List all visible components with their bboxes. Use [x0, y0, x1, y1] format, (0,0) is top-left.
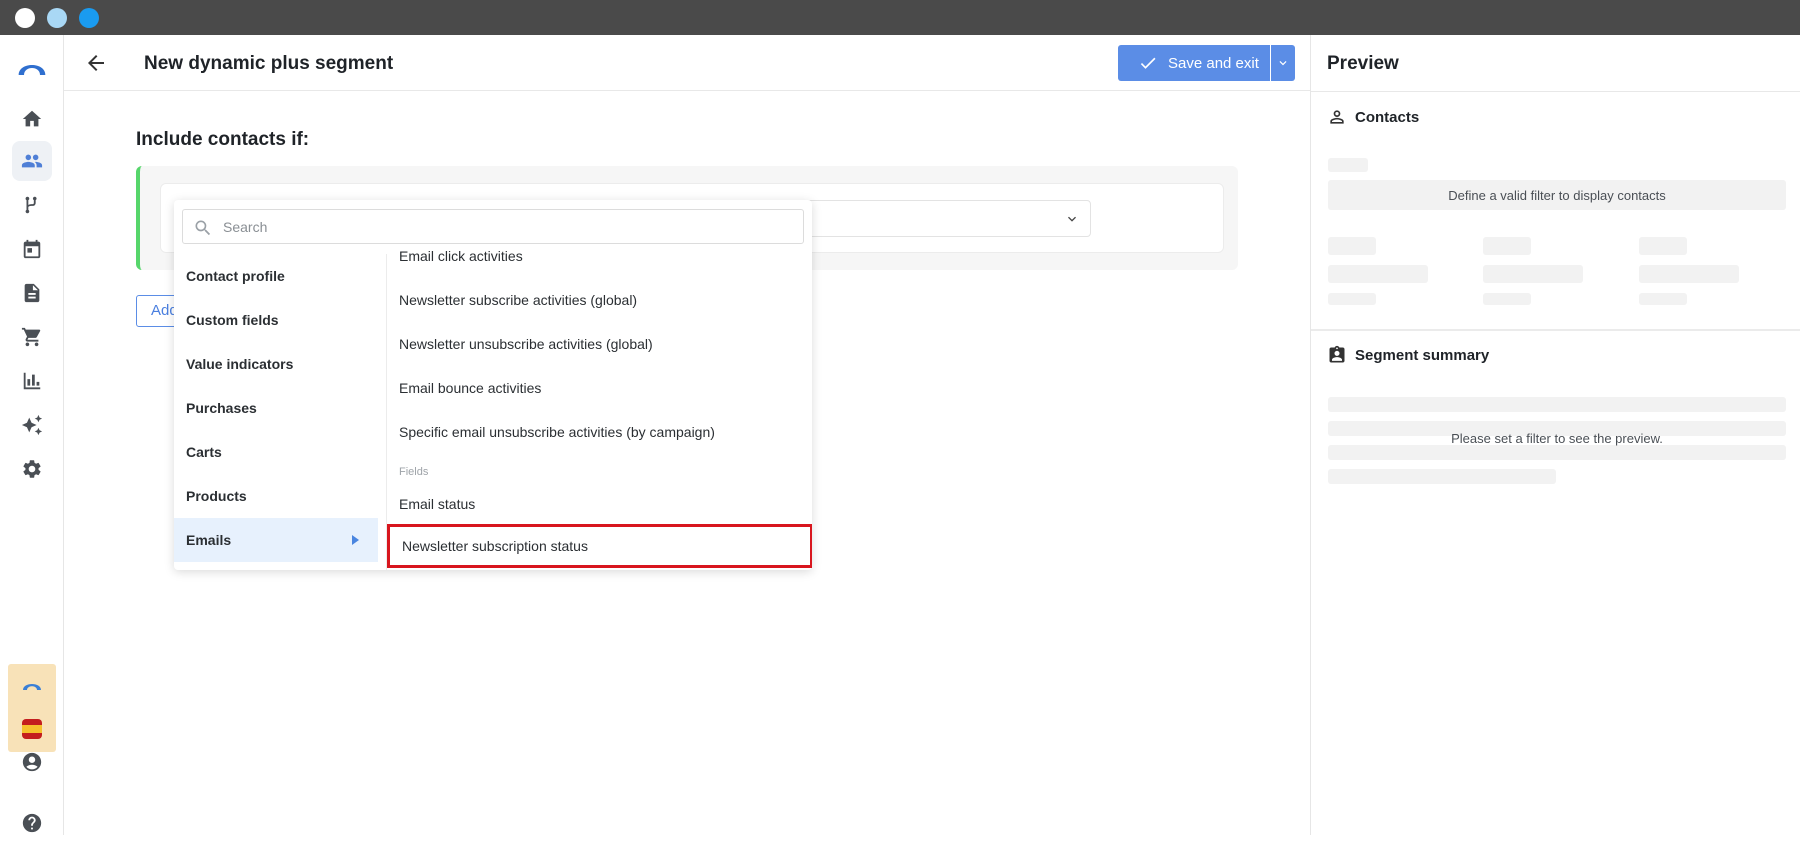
- category-label: Emails: [186, 532, 232, 548]
- option-specific-email-unsubscribe-activities[interactable]: Specific email unsubscribe activities (b…: [387, 410, 807, 454]
- skeleton: [1328, 237, 1376, 255]
- search-input[interactable]: [223, 216, 783, 238]
- page-title: New dynamic plus segment: [144, 53, 394, 74]
- contacts-empty-message: Define a valid filter to display contact…: [1328, 180, 1786, 210]
- skeleton: [1639, 265, 1739, 283]
- include-contacts-label: Include contacts if:: [136, 129, 310, 150]
- divider: [1311, 329, 1800, 331]
- skeleton: [1639, 293, 1687, 305]
- filter-dropdown: Contact profile Custom fields Value indi…: [174, 200, 812, 570]
- category-contact-profile[interactable]: Contact profile: [174, 254, 378, 298]
- contacts-icon[interactable]: [12, 141, 52, 181]
- contacts-title-label: Contacts: [1355, 108, 1420, 126]
- help-icon[interactable]: [12, 803, 52, 843]
- back-button[interactable]: [84, 51, 108, 75]
- window-titlebar: [0, 0, 1800, 35]
- category-carts[interactable]: Carts: [174, 430, 378, 474]
- option-newsletter-unsubscribe-activities[interactable]: Newsletter unsubscribe activities (globa…: [387, 322, 807, 366]
- check-icon: [1140, 57, 1156, 69]
- skeleton: [1328, 445, 1786, 460]
- arrow-left-icon: [88, 55, 104, 71]
- flag-icon: [22, 719, 42, 739]
- category-products[interactable]: Products: [174, 474, 378, 518]
- skeleton: [1328, 158, 1368, 172]
- document-icon[interactable]: [12, 273, 52, 313]
- person-icon: [1330, 110, 1344, 124]
- home-icon[interactable]: [12, 99, 52, 139]
- option-email-status[interactable]: Email status: [387, 482, 807, 526]
- sparkles-icon[interactable]: [12, 405, 52, 445]
- caret-right-icon: [352, 535, 359, 545]
- skeleton: [1328, 293, 1376, 305]
- search-field: [182, 209, 804, 244]
- summary-section-title: Segment summary: [1327, 345, 1489, 365]
- skeleton: [1483, 293, 1531, 305]
- save-options-dropdown-button[interactable]: [1271, 45, 1295, 81]
- clipboard-person-icon: [1329, 345, 1345, 363]
- preview-panel: Preview Contacts Define a valid filter t…: [1310, 35, 1800, 835]
- option-list: Email click activities Newsletter subscr…: [387, 244, 812, 570]
- skeleton: [1639, 237, 1687, 255]
- skeleton: [1483, 265, 1583, 283]
- chevron-down-icon: [1068, 216, 1076, 222]
- category-purchases[interactable]: Purchases: [174, 386, 378, 430]
- window-minimize-button[interactable]: [47, 8, 67, 28]
- account-icon[interactable]: [12, 742, 52, 782]
- option-group-label: Fields: [399, 466, 429, 478]
- skeleton: [1328, 469, 1556, 484]
- search-icon: [195, 220, 211, 236]
- skeleton: [1483, 237, 1531, 255]
- save-and-exit-button[interactable]: Save and exit: [1118, 45, 1270, 81]
- reports-icon[interactable]: [12, 361, 52, 401]
- option-newsletter-subscription-status[interactable]: Newsletter subscription status: [387, 524, 812, 568]
- option-email-click-activities[interactable]: Email click activities: [387, 244, 807, 278]
- settings-icon[interactable]: [12, 449, 52, 489]
- window-zoom-button[interactable]: [79, 8, 99, 28]
- skeleton: [1328, 265, 1428, 283]
- save-button-label: Save and exit: [1168, 54, 1259, 72]
- calendar-icon[interactable]: [12, 229, 52, 269]
- skeleton: [1328, 397, 1786, 412]
- preview-title: Preview: [1327, 53, 1399, 74]
- chevron-down-icon: [1279, 61, 1287, 66]
- cart-icon[interactable]: [12, 317, 52, 357]
- page-header: New dynamic plus segment Save and exit: [64, 35, 1310, 91]
- option-email-bounce-activities[interactable]: Email bounce activities: [387, 366, 807, 410]
- logo-icon[interactable]: [12, 47, 52, 87]
- option-newsletter-subscribe-activities[interactable]: Newsletter subscribe activities (global): [387, 278, 807, 322]
- summary-title-label: Segment summary: [1355, 346, 1490, 364]
- automation-icon[interactable]: [12, 185, 52, 225]
- window-close-button[interactable]: [15, 8, 35, 28]
- divider: [1311, 91, 1800, 92]
- category-emails[interactable]: Emails: [174, 518, 378, 562]
- category-custom-fields[interactable]: Custom fields: [174, 298, 378, 342]
- sidebar: [0, 35, 64, 835]
- category-value-indicators[interactable]: Value indicators: [174, 342, 378, 386]
- contacts-section-title: Contacts: [1327, 107, 1419, 127]
- summary-empty-message: Please set a filter to see the preview.: [1451, 431, 1663, 446]
- account-brand-panel[interactable]: [8, 664, 56, 752]
